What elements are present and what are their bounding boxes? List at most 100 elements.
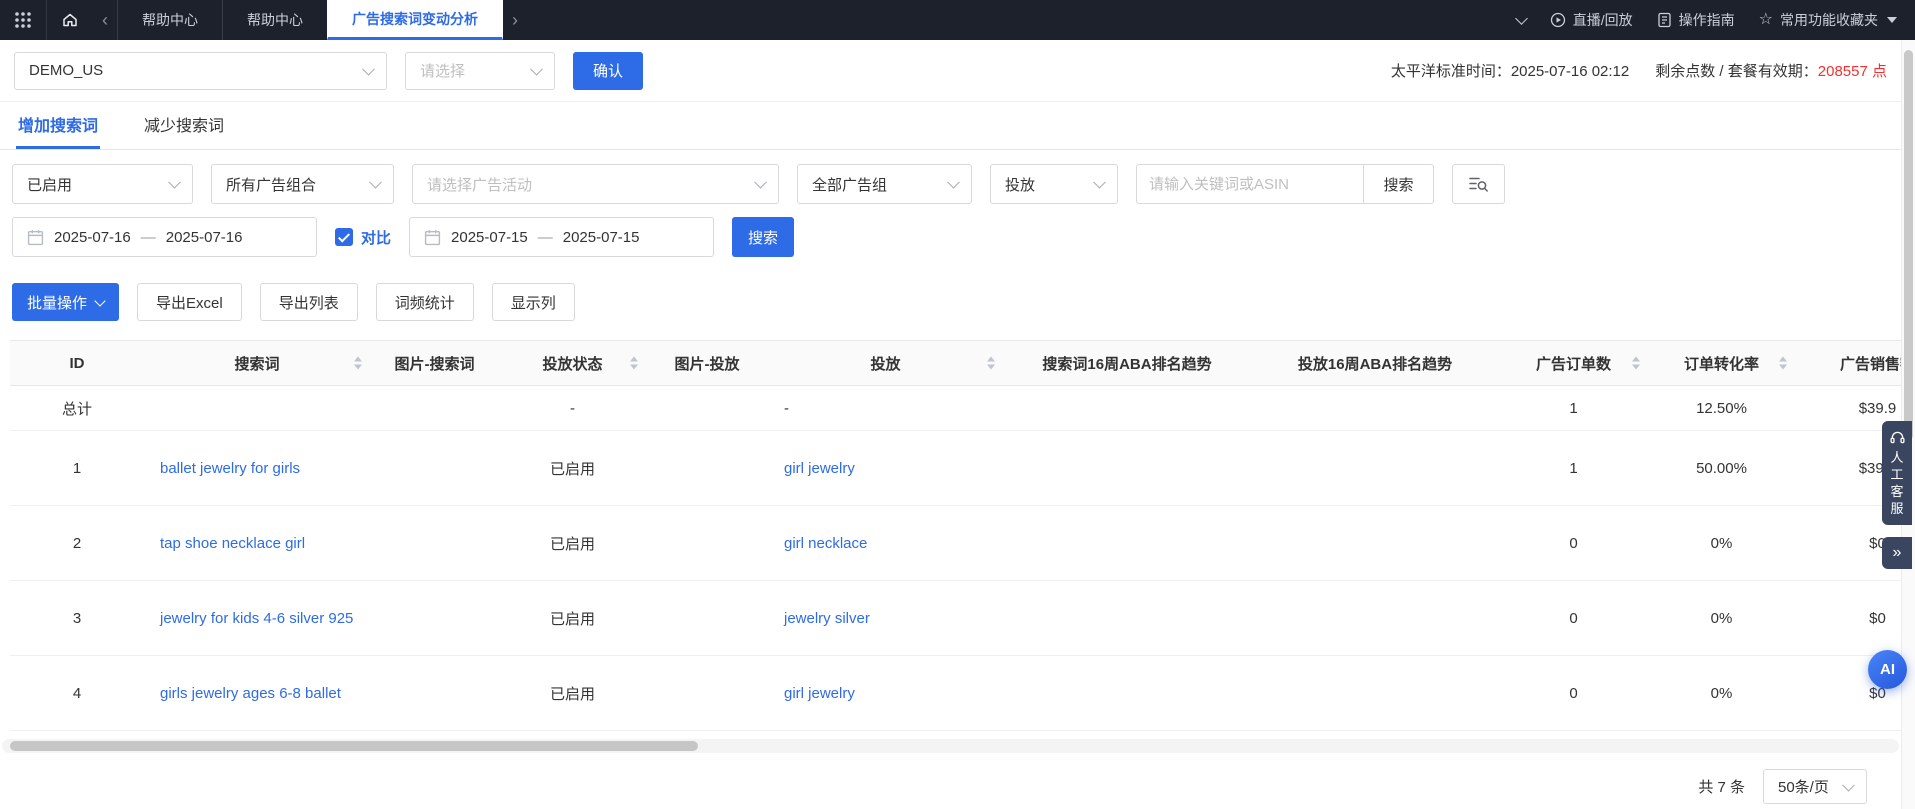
bulk-query-button[interactable] [1452,164,1505,204]
compare-label: 对比 [361,229,392,247]
filter-panel: 已启用 所有广告组合 请选择广告活动 全部广告组 投放 搜索 2025-07-1… [0,150,1901,257]
cell-cvr: 50.00% [1648,430,1795,506]
column-title: 搜索词16周ABA排名趋势 [1042,355,1212,373]
confirm-button[interactable]: 确认 [573,51,643,90]
summary-row: 总计 - -1 12.50% $39.9 [10,385,1901,431]
sort-carets[interactable] [987,356,995,370]
column-title: ID [69,354,85,372]
search-terms-table: ID 搜索词 图片-搜索词 投放状态 图片-投放 投放 搜索词16周ABA排名趋势 投放16周… [0,340,1901,731]
show-columns-button[interactable]: 显示列 [491,283,575,321]
horizontal-scrollbar-thumb[interactable] [10,741,698,751]
word-frequency-button[interactable]: 词频统计 [375,283,474,321]
column-header-term[interactable]: 搜索词 [144,340,370,386]
column-header-trend_term: 搜索词16周ABA排名趋势 [1003,340,1251,386]
topbar-tab-label: 帮助中心 [142,12,198,28]
export-list-button[interactable]: 导出列表 [259,283,358,321]
chevron-down-icon [1887,17,1897,23]
adgroup-select-value: 全部广告组 [812,176,888,194]
sort-carets[interactable] [630,356,638,370]
keyword-search-button[interactable]: 搜索 [1364,164,1434,204]
date-range-picker[interactable]: 2025-07-16 — 2025-07-16 [12,217,317,257]
tab-remove-search-terms[interactable]: 减少搜索词 [142,102,226,149]
cell-term: tap shoe necklace girl [144,505,370,581]
cell-id: 2 [10,505,144,581]
link-term[interactable]: girls jewelry ages 6-8 ballet [160,685,341,702]
favorites-menu-item[interactable]: ☆ 常用功能收藏夹 [1759,10,1897,30]
sort-carets[interactable] [1779,356,1787,370]
link-target[interactable]: girl jewelry [784,685,855,702]
search-button[interactable]: 搜索 [732,217,795,257]
link-target[interactable]: jewelry silver [784,610,870,627]
portfolio-select[interactable]: 所有广告组合 [211,164,394,204]
cell-img_target [646,385,768,431]
store-select[interactable]: DEMO_US [14,51,387,90]
tab-scroll-left-icon[interactable]: ‹ [93,0,117,40]
column-header-status[interactable]: 投放状态 [499,340,646,386]
cell-target: girl necklace [768,505,1003,581]
topbar-tab-0[interactable]: 帮助中心 [117,0,222,40]
ai-assistant-button[interactable]: AI [1868,650,1907,689]
link-target[interactable]: girl jewelry [784,460,855,477]
live-replay-menu-item[interactable]: 直播/回放 [1550,10,1633,30]
topbar-tab-2[interactable]: 广告搜索词变动分析 [327,0,503,40]
topbar-tabs: 帮助中心 帮助中心 广告搜索词变动分析 [117,0,503,40]
topbar-tab-1[interactable]: 帮助中心 [222,0,327,40]
column-header-sales[interactable]: 广告销售额 [1795,340,1901,386]
vertical-scrollbar-thumb[interactable] [1904,50,1913,440]
filter-row-2: 2025-07-16 — 2025-07-16 对比 2025-07-15 — … [12,217,1889,257]
cell-img_target [646,505,768,581]
tab-scroll-right-icon[interactable]: › [503,0,527,40]
target-type-select[interactable]: 投放 [990,164,1118,204]
adgroup-select[interactable]: 全部广告组 [797,164,972,204]
page-size-select[interactable]: 50条/页 [1763,769,1867,804]
link-term[interactable]: tap shoe necklace girl [160,535,305,552]
home-button[interactable] [46,0,93,40]
cell-status: 已启用 [499,505,646,581]
store-select-value: DEMO_US [29,62,104,79]
export-excel-button[interactable]: 导出Excel [137,283,242,321]
column-header-id: ID [10,340,144,386]
secondary-select[interactable]: 请选择 [405,51,555,90]
sort-carets[interactable] [354,356,362,370]
tab-add-search-terms[interactable]: 增加搜索词 [16,102,101,149]
bulk-actions-button[interactable]: 批量操作 [12,283,120,321]
headset-icon [1889,431,1905,444]
cell-target: - [768,385,1003,431]
link-target[interactable]: girl necklace [784,535,867,552]
guide-menu-item[interactable]: 操作指南 [1657,10,1735,30]
cell-trend_target [1251,430,1499,506]
cell-img_term [370,385,499,431]
compare-date-range-picker[interactable]: 2025-07-15 — 2025-07-15 [409,217,715,257]
cell-orders: 0 [1499,655,1648,731]
cell-orders: 1 [1499,385,1648,431]
cell-trend_term [1003,580,1251,656]
campaign-select[interactable]: 请选择广告活动 [412,164,779,204]
table-row: 4 girls jewelry ages 6-8 ballet 已启用 girl je… [10,655,1901,731]
cell-term: jewelry for kids 4-6 silver 925 [144,580,370,656]
link-term[interactable]: jewelry for kids 4-6 silver 925 [160,610,353,627]
date-start: 2025-07-16 [54,228,131,246]
compare-checkbox[interactable] [335,228,353,246]
cell-cvr: 12.50% [1648,385,1795,431]
menu-collapse-chevron-icon[interactable] [1514,11,1528,25]
column-header-cvr[interactable]: 订单转化率 [1648,340,1795,386]
cell-orders: 0 [1499,505,1648,581]
guide-label: 操作指南 [1678,12,1735,28]
column-header-img_target: 图片-投放 [646,340,768,386]
customer-service-label: 人工客服 [1890,450,1904,516]
state-select[interactable]: 已启用 [12,164,193,204]
column-header-target[interactable]: 投放 [768,340,1003,386]
calendar-icon [27,229,44,245]
link-term[interactable]: ballet jewelry for girls [160,460,300,477]
column-header-orders[interactable]: 广告订单数 [1499,340,1648,386]
app-launcher-button[interactable] [0,0,46,40]
page-size-value: 50条/页 [1778,779,1829,796]
column-header-trend_target: 投放16周ABA排名趋势 [1251,340,1499,386]
customer-service-widget[interactable]: 人工客服 [1882,421,1912,525]
collapse-sidebar-button[interactable]: » [1882,537,1912,569]
keyword-input[interactable] [1136,164,1364,204]
timezone-time-label: 太平洋标准时间：2025-07-16 02:12 [1390,63,1630,80]
page-content: DEMO_US 请选择 确认 太平洋标准时间：2025-07-16 02:12 … [0,40,1901,804]
calendar-icon [424,229,441,245]
sort-carets[interactable] [1632,356,1640,370]
